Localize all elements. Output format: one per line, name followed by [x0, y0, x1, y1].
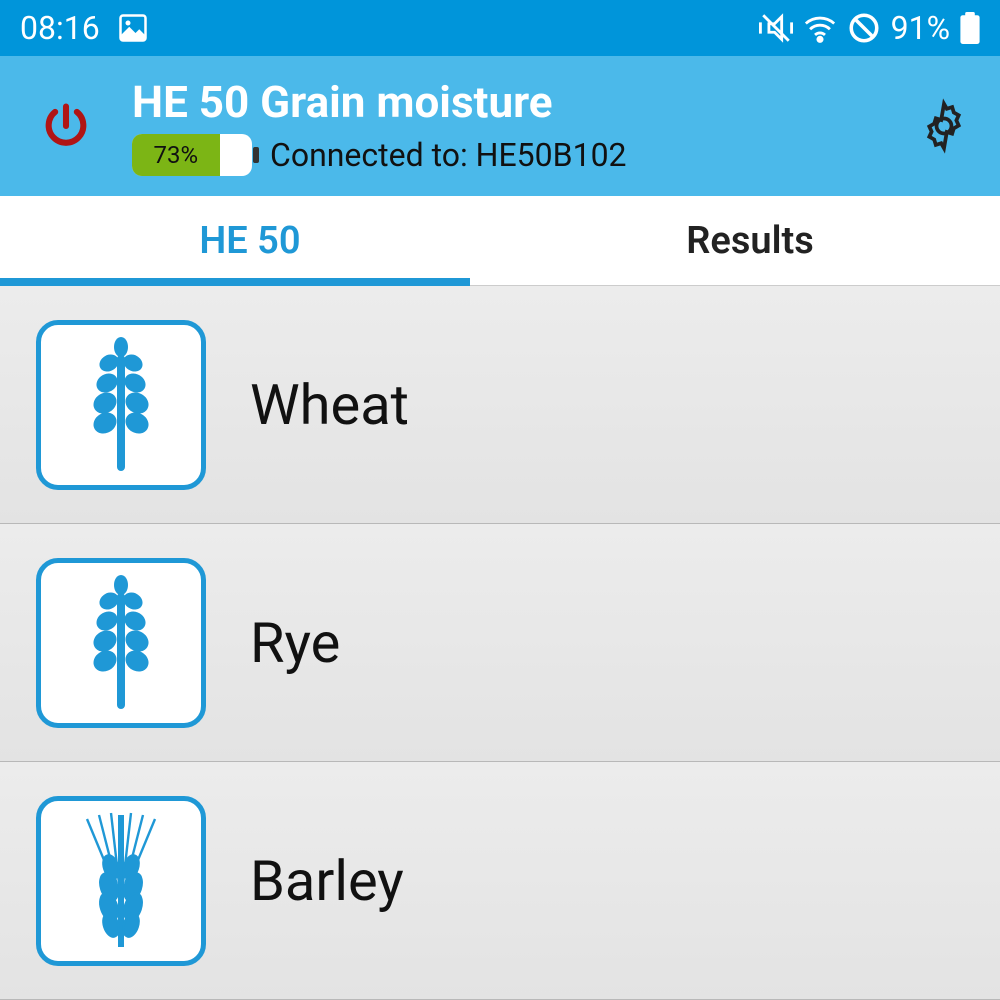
tab-label: HE 50 [199, 219, 300, 263]
grain-name: Wheat [250, 372, 409, 438]
wheat-icon [36, 558, 206, 728]
app-title: HE 50 Grain moisture [132, 76, 916, 128]
grain-name: Barley [250, 848, 404, 914]
status-time: 08:16 [20, 9, 100, 47]
tab-label: Results [686, 219, 814, 263]
wheat-icon [36, 320, 206, 490]
grain-name: Rye [250, 610, 340, 676]
wifi-icon [803, 11, 837, 45]
device-battery-indicator: 73% [132, 134, 252, 176]
tab-bar: HE 50 Results [0, 196, 1000, 286]
battery-icon [960, 12, 980, 44]
connected-label: Connected to: HE50B102 [270, 136, 627, 174]
mute-vibrate-icon [759, 11, 793, 45]
list-item[interactable]: Rye [0, 524, 1000, 762]
app-bar: HE 50 Grain moisture 73% Connected to: H… [0, 56, 1000, 196]
power-icon[interactable] [40, 100, 132, 152]
list-item[interactable]: Wheat [0, 286, 1000, 524]
barley-icon [36, 796, 206, 966]
picture-icon [118, 13, 148, 43]
grain-list: Wheat Rye [0, 286, 1000, 1000]
no-circle-icon [847, 11, 881, 45]
tab-results[interactable]: Results [500, 196, 1000, 285]
list-item[interactable]: Barley [0, 762, 1000, 1000]
status-battery-percent: 91% [891, 9, 950, 47]
gear-icon[interactable] [916, 98, 972, 154]
android-status-bar: 08:16 91% [0, 0, 1000, 56]
tab-he50[interactable]: HE 50 [0, 196, 500, 285]
device-battery-percent: 73% [154, 141, 199, 169]
